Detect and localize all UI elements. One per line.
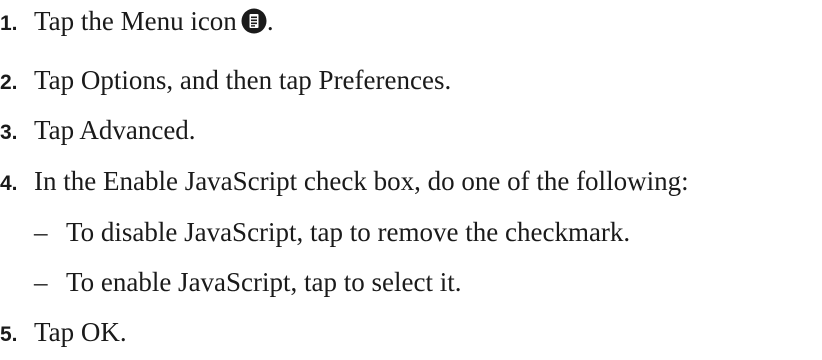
step-number: 3. [0, 121, 18, 144]
step-1-text: Tap the Menu icon [34, 6, 237, 36]
step-text: Tap OK. [34, 317, 127, 347]
step-1-period: . [266, 6, 274, 36]
step-number: 4. [0, 172, 18, 195]
step-3: 3. Tap Advanced. [0, 115, 196, 146]
step-4: 4. In the Enable JavaScript check box, d… [0, 166, 689, 197]
substep-enable: – To enable JavaScript, tap to select it… [34, 267, 461, 298]
substep-disable: – To disable JavaScript, tap to remove t… [34, 217, 630, 248]
step-text: Tap the Menu icon . [34, 6, 274, 37]
dash-bullet: – [34, 267, 48, 297]
step-number: 5. [0, 323, 18, 346]
step-text: Tap Advanced. [34, 115, 196, 145]
substep-text: To disable JavaScript, tap to remove the… [66, 217, 631, 247]
step-number: 2. [0, 71, 18, 94]
step-1: 1. Tap the Menu icon . [0, 6, 274, 37]
step-5: 5. Tap OK. [0, 317, 127, 348]
step-text: In the Enable JavaScript check box, do o… [34, 166, 689, 196]
step-2: 2. Tap Options, and then tap Preferences… [0, 65, 451, 96]
menu-icon [241, 8, 267, 34]
dash-bullet: – [34, 217, 48, 247]
step-text: Tap Options, and then tap Preferences. [34, 65, 452, 95]
substep-text: To enable JavaScript, tap to select it. [66, 267, 462, 297]
step-number: 1. [0, 12, 18, 35]
